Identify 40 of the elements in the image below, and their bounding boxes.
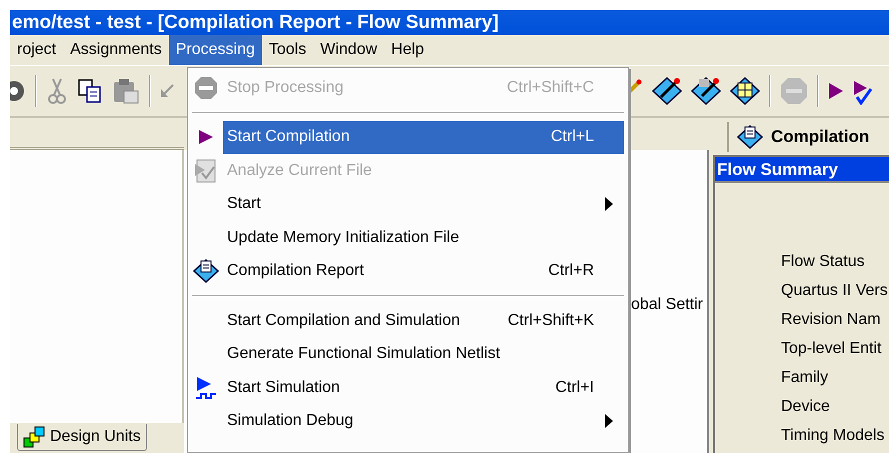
window-title: emo/test - test - [Compilation Report - Flow Summary]: [10, 10, 889, 35]
tab-label: Compilation: [771, 126, 870, 148]
check-document-icon: [192, 158, 218, 184]
table-cell-text: Device: [781, 397, 831, 417]
menu-item[interactable]: Simulation Debug: [223, 404, 624, 438]
menu-item[interactable]: Generate Functional Simulation Netlist: [223, 338, 624, 371]
report-icon: [737, 124, 763, 150]
menu-item[interactable]: Start Compilation Ctrl+L: [223, 120, 624, 154]
report-tab[interactable]: Compilation: [727, 122, 889, 152]
edit-document-icon[interactable]: [691, 76, 721, 106]
table-cell-text: Flow Status: [781, 252, 866, 272]
menu-bar-item[interactable]: Window: [313, 35, 384, 65]
design-units-tab[interactable]: Design Units: [17, 424, 147, 451]
table-cell-text: Family: [781, 368, 830, 388]
stop-icon: [194, 76, 218, 100]
table-cell-text: Quartus II Vers: [781, 281, 889, 301]
menu-bar-item[interactable]: Tools: [262, 35, 314, 65]
menu-bar-item[interactable]: Processing: [168, 35, 262, 65]
menu-item[interactable]: Start: [223, 188, 624, 221]
table-cell-text: Top-level Entit: [781, 339, 882, 359]
waveform-icon: [194, 376, 218, 400]
copy-icon[interactable]: [77, 78, 103, 104]
report-icon: [192, 258, 218, 284]
menu-item[interactable]: Update Memory Initialization File: [223, 221, 624, 254]
table-cell-text: Revision Nam: [781, 310, 882, 330]
menu-item[interactable]: Start Simulation Ctrl+I: [223, 371, 624, 404]
menu-bar-item[interactable]: Help: [384, 35, 432, 65]
panel-text: obal Settir: [630, 295, 704, 315]
play-icon: [198, 129, 214, 146]
edit-document-icon[interactable]: [652, 76, 682, 106]
play-icon[interactable]: [828, 82, 844, 100]
grid-document-icon[interactable]: [730, 76, 760, 106]
paste-icon[interactable]: [112, 77, 140, 105]
menu-item[interactable]: Start Compilation and Simulation Ctrl+Shift+K: [223, 304, 624, 338]
menu-bar-item[interactable]: roject: [10, 35, 64, 65]
menu-bar-item[interactable]: Assignments: [63, 35, 169, 65]
hierarchy-icon: [23, 426, 45, 448]
table-cell-text: Timing Models: [781, 426, 886, 446]
panel-title: Flow Summary: [715, 157, 889, 183]
menu-item[interactable]: Compilation Report Ctrl+R: [223, 254, 624, 288]
